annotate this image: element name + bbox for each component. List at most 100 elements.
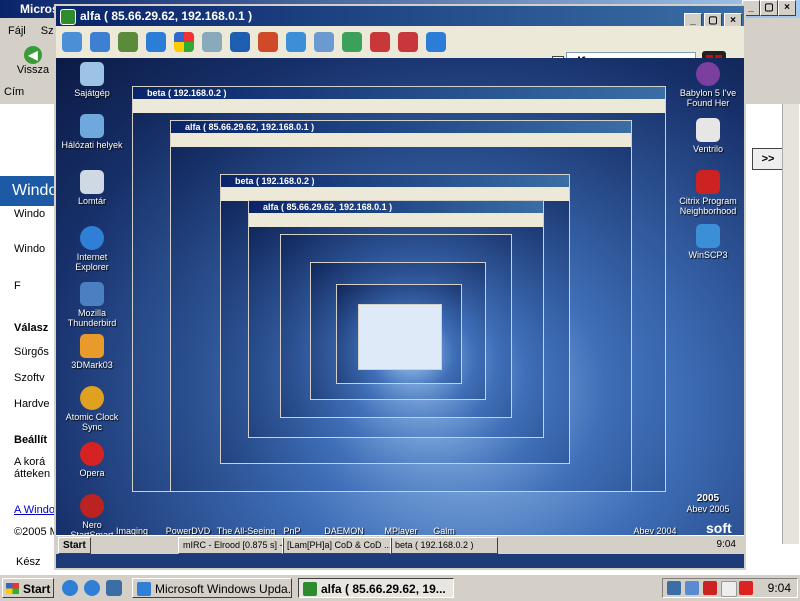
remote-desktop-icon [303, 582, 317, 596]
desktop-icon-abev2005[interactable]: 2005 Abev 2005 [676, 493, 740, 515]
babylon5-icon [696, 62, 720, 86]
desktop-icon-citrix[interactable]: Citrix Program Neighborhood [676, 170, 740, 216]
remote-desktop: Sajátgép Hálózati helyek Lomtár Internet… [56, 58, 744, 554]
remote-start-button[interactable]: Start [58, 537, 91, 554]
quicklaunch-browser-icon[interactable] [84, 580, 100, 596]
settings-icon[interactable] [426, 32, 446, 52]
task-windows-update[interactable]: Microsoft Windows Upda... [132, 578, 292, 598]
desktop-icon-my-computer[interactable]: Sajátgép [60, 62, 124, 98]
windows-logo-icon[interactable] [174, 32, 194, 52]
nero-icon [80, 494, 104, 518]
desktop-icon-ie[interactable]: Internet Explorer [60, 226, 124, 272]
file-transfer-icon[interactable] [342, 32, 362, 52]
network-places-icon [80, 114, 104, 138]
text-hardv: Hardve [14, 398, 50, 410]
nested-title-3: beta ( 192.168.0.2 ) [221, 175, 569, 187]
tray-app-icon[interactable] [721, 581, 737, 597]
text-f[interactable]: F [14, 280, 21, 292]
nested-title-4: alfa ( 85.66.29.62, 192.168.0.1 ) [249, 201, 543, 213]
desktop-icon-3dmark[interactable]: 3DMark03 [60, 334, 124, 370]
windows-flag-icon [6, 583, 19, 594]
desktop-icon-network[interactable]: Hálózati helyek [60, 114, 124, 150]
abev-year: 2005 [696, 493, 720, 504]
remote-task-beta[interactable]: beta ( 192.168.0.2 ) [390, 537, 498, 554]
text-copyright: ©2005 M [14, 526, 59, 538]
internet-explorer-icon [80, 226, 104, 250]
back-label: Vissza [16, 64, 50, 76]
nested-title-1: beta ( 192.168.0.2 ) [133, 87, 665, 99]
quicklaunch-ie-icon[interactable] [62, 580, 78, 596]
text-windo-2: Windo [14, 243, 46, 255]
outer-more-button[interactable]: >> [752, 148, 784, 170]
desktop-icon-label: Opera [79, 468, 105, 478]
taskbar: Start Microsoft Windows Upda... alfa ( 8… [0, 574, 800, 601]
desktop-icon-label: Babylon 5 I've Found Her [679, 88, 737, 108]
text-surgos: Sürgős [14, 346, 49, 358]
desktop-icon-label: Mozilla Thunderbird [67, 308, 117, 328]
desktop-icon-label: Internet Explorer [75, 252, 109, 272]
tray-alert-icon[interactable] [739, 581, 753, 595]
outer-maximize-button[interactable]: ▢ [760, 0, 778, 16]
ventrilo-icon [696, 118, 720, 142]
computer-icon [80, 62, 104, 86]
desktop-icon-opera[interactable]: Opera [60, 442, 124, 478]
desktop-icon-label: Atomic Clock Sync [65, 412, 119, 432]
task-alfa[interactable]: alfa ( 85.66.29.62, 19... [298, 578, 454, 598]
remote-app-icon [60, 9, 76, 25]
desktop-icon-recycle-bin[interactable]: Lomtár [60, 170, 124, 206]
thunderbird-icon [80, 282, 104, 306]
crosshair-icon[interactable] [398, 32, 418, 52]
nested-title-2: alfa ( 85.66.29.62, 192.168.0.1 ) [171, 121, 631, 133]
desktop-icon-winscp[interactable]: WinSCP3 [676, 224, 740, 260]
task-label: Microsoft Windows Upda... [155, 582, 292, 596]
windows-update-icon [137, 582, 151, 596]
desktop-icon-label: WinSCP3 [688, 250, 728, 260]
remote-taskbar: Start mIRC - Elrood [0.875 s] -... [Lam[… [56, 535, 744, 554]
desktop-icon-thunderbird[interactable]: Mozilla Thunderbird [60, 282, 124, 328]
start-label: Start [23, 582, 51, 596]
remote-title-bar: alfa ( 85.66.29.62, 192.168.0.1 ) _ ▢ × [56, 6, 744, 29]
connect-icon[interactable] [62, 32, 82, 52]
remote-clock: 9:04 [716, 539, 736, 550]
address-label: Cím [4, 86, 25, 98]
desktop-icon-ventrilo[interactable]: Ventrilo [676, 118, 740, 154]
text-valasz: Válasz [14, 322, 49, 334]
winscp-icon [696, 224, 720, 248]
pause-icon[interactable] [230, 32, 250, 52]
3dmark-icon [80, 334, 104, 358]
nested-toolbar-1 [133, 99, 665, 113]
nested-toolbar-3 [221, 187, 569, 201]
remote-task-cod[interactable]: [Lam[PH]a] CoD & CoD ... [282, 537, 392, 554]
window-icon[interactable] [90, 32, 110, 52]
back-button[interactable]: ◀ Vissza [8, 46, 58, 82]
outer-close-button[interactable]: × [778, 0, 796, 16]
desktop-icon-atomic-clock[interactable]: Atomic Clock Sync [60, 386, 124, 432]
soft-watermark: soft [706, 520, 732, 536]
refresh-icon[interactable] [146, 32, 166, 52]
text-attekin: átteken [14, 468, 51, 480]
outer-scrollbar[interactable] [782, 104, 799, 544]
target-icon[interactable] [370, 32, 390, 52]
network-icon[interactable] [118, 32, 138, 52]
desktop-icon-babylon5[interactable]: Babylon 5 I've Found Her [676, 62, 740, 108]
tray-shield-icon[interactable] [703, 581, 717, 595]
desktop-icon-label: Abev 2005 [686, 504, 730, 514]
link-awindo[interactable]: A Windo [14, 504, 55, 516]
tray-save-icon[interactable] [667, 581, 681, 595]
nested-toolbar-2 [171, 133, 631, 147]
remote-toolbar: alfa [56, 26, 744, 73]
menu-file[interactable]: Fájl [8, 25, 26, 37]
clock-icon [80, 386, 104, 410]
clock: 9:04 [767, 581, 791, 595]
remote-task-mirc[interactable]: mIRC - Elrood [0.875 s] -... [178, 537, 284, 554]
quicklaunch-desktop-icon[interactable] [106, 580, 122, 596]
globe-icon[interactable] [258, 32, 278, 52]
tools-icon[interactable] [314, 32, 334, 52]
transfer-icon[interactable] [286, 32, 306, 52]
start-button[interactable]: Start [2, 578, 54, 598]
abc-text-icon[interactable] [202, 32, 222, 52]
tray-network-icon[interactable] [685, 581, 699, 595]
text-szoftv: Szoftv [14, 372, 45, 384]
remote-desktop-window: alfa ( 85.66.29.62, 192.168.0.1 ) _▢× al… [54, 4, 746, 570]
text-akora: A korá [14, 456, 46, 468]
